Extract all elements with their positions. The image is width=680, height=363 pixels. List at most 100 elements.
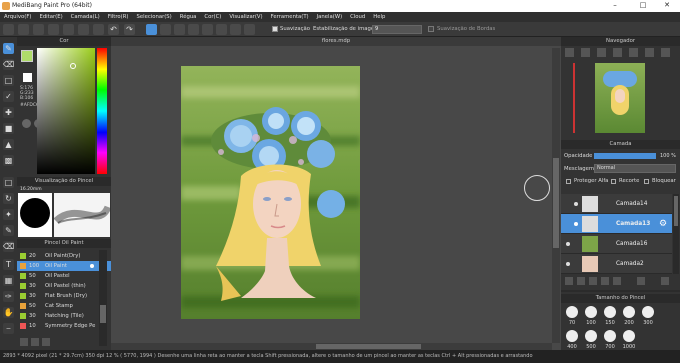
brush-size-preset[interactable] [623, 306, 635, 318]
brush-item[interactable]: 30 Flat Brush (Dry) [17, 291, 111, 301]
brush-size-preset[interactable] [566, 330, 578, 342]
document-tab[interactable]: flores.mdp [111, 37, 561, 46]
menu-view[interactable]: Visualizar(V) [225, 12, 266, 22]
layer-visibility-icon[interactable] [574, 222, 578, 226]
share-icon[interactable] [93, 24, 104, 35]
eyedropper-tool-icon[interactable]: ✑ [3, 291, 14, 302]
brush-size-preset[interactable] [604, 306, 616, 318]
layer-row[interactable]: Camada16 [561, 234, 672, 254]
brush-item[interactable]: 50 Oil Pastel [17, 271, 111, 281]
save-icon[interactable] [48, 24, 59, 35]
rotate-right-icon[interactable] [661, 48, 670, 57]
menu-color[interactable]: Cor(C) [200, 12, 225, 22]
new-file-icon[interactable] [18, 24, 29, 35]
layer-row[interactable]: Camada2 [561, 254, 672, 274]
dot-tool-icon[interactable]: □ [3, 75, 14, 86]
hue-slider[interactable] [97, 48, 107, 174]
menu-window[interactable]: Janela(W) [313, 12, 347, 22]
select-eraser-tool-icon[interactable]: ⌫ [3, 241, 14, 252]
menu-ruler[interactable]: Régua [176, 12, 201, 22]
minimize-icon[interactable]: – [602, 0, 628, 12]
delete-layer-icon[interactable] [637, 277, 645, 285]
menu-layer[interactable]: Camada(L) [67, 12, 104, 22]
grid-icon[interactable] [78, 24, 89, 35]
snap-settings-icon[interactable] [244, 24, 255, 35]
brush-size-preset[interactable] [566, 306, 578, 318]
menu-edit[interactable]: Editar(E) [35, 12, 66, 22]
brush-tool-icon[interactable]: ✎ [3, 43, 14, 54]
zoom-slider[interactable] [573, 63, 575, 133]
rectangle-tool-icon[interactable]: ■ [3, 123, 14, 134]
magic-wand-tool-icon[interactable]: ✦ [3, 209, 14, 220]
brush-size-preset[interactable] [623, 330, 635, 342]
select-pen-tool-icon[interactable]: ✎ [3, 225, 14, 236]
brush-size-preset[interactable] [604, 330, 616, 342]
menu-filter[interactable]: Filtro(R) [104, 12, 133, 22]
brush-item[interactable]: 30 Oil Pastel (thin) [17, 281, 111, 291]
actual-size-icon[interactable] [613, 48, 622, 57]
color-saturation-value-picker[interactable] [37, 48, 95, 174]
snap-off-icon[interactable] [146, 24, 157, 35]
panel-divide-tool-icon[interactable]: ▦ [3, 275, 14, 286]
menu-tool[interactable]: Ferramenta(T) [267, 12, 313, 22]
add-brush-icon[interactable] [20, 338, 28, 346]
smoothing-checkbox[interactable] [272, 26, 278, 32]
brush-size-preset[interactable] [585, 306, 597, 318]
open-file-icon[interactable] [33, 24, 44, 35]
brush-item[interactable]: 100 Oil Paint [17, 261, 111, 271]
color-wheel-icon[interactable] [22, 119, 31, 128]
flip-horizontal-icon[interactable] [629, 48, 638, 57]
gradient-tool-icon[interactable]: ▩ [3, 155, 14, 166]
hand-move-tool-icon[interactable]: ✚ [3, 107, 14, 118]
undo-icon[interactable]: ↶ [108, 24, 119, 35]
select-tool-icon[interactable]: □ [3, 177, 14, 188]
fill-tool-icon[interactable]: ▲ [3, 139, 14, 150]
brush-size-preset[interactable] [642, 306, 654, 318]
color-picker-cursor[interactable] [70, 63, 76, 69]
brush-size-preset[interactable] [585, 330, 597, 342]
duplicate-layer-icon[interactable] [601, 277, 609, 285]
border-smoothing-checkbox[interactable] [428, 26, 434, 32]
zoom-in-icon[interactable] [565, 48, 574, 57]
canvas-horizontal-scrollbar[interactable] [111, 343, 552, 350]
snap-circle-icon[interactable] [216, 24, 227, 35]
blend-mode-select[interactable]: Normal [594, 164, 676, 173]
lasso-tool-icon[interactable]: ↻ [3, 193, 14, 204]
snap-radial-icon[interactable] [202, 24, 213, 35]
brush-item[interactable]: 30 Hatching (Tile) [17, 311, 111, 321]
menu-toggle-icon[interactable] [3, 24, 14, 35]
add-halftone-layer-icon[interactable] [577, 277, 585, 285]
rotate-left-icon[interactable] [645, 48, 654, 57]
fit-view-icon[interactable] [597, 48, 606, 57]
redo-icon[interactable]: ↷ [124, 24, 135, 35]
lock-checkbox[interactable] [644, 179, 649, 184]
maximize-icon[interactable]: □ [630, 0, 656, 12]
gear-icon[interactable]: ⚙ [659, 214, 667, 234]
stabilization-select[interactable]: 9 [372, 25, 422, 34]
protect-alpha-checkbox[interactable] [566, 179, 571, 184]
pan-tool-icon[interactable]: ✋ [3, 307, 14, 318]
ruler-tool-icon[interactable]: ⎯ [3, 323, 14, 334]
layer-scrollbar[interactable] [673, 194, 679, 274]
navigator-thumbnail[interactable] [595, 63, 645, 133]
canvas-vertical-scrollbar[interactable] [552, 48, 560, 343]
layer-row[interactable]: Camada13 ⚙ [561, 214, 672, 234]
menu-file[interactable]: Arquivo(F) [0, 12, 35, 22]
layer-visibility-icon[interactable] [566, 262, 570, 266]
add-layer-icon[interactable] [565, 277, 573, 285]
merge-layer-icon[interactable] [613, 277, 621, 285]
menu-select[interactable]: Selecionar(S) [132, 12, 175, 22]
brush-item[interactable]: 10 Symmetry Edge Pe [17, 321, 111, 331]
menu-help[interactable]: Help [369, 12, 389, 22]
cloud-icon[interactable] [63, 24, 74, 35]
add-folder-icon[interactable] [589, 277, 597, 285]
layer-visibility-icon[interactable] [574, 202, 578, 206]
foreground-color-swatch[interactable] [21, 50, 33, 62]
brush-settings-icon[interactable] [90, 264, 94, 268]
copy-brush-icon[interactable] [31, 338, 39, 346]
layer-visibility-icon[interactable] [566, 242, 570, 246]
clipping-checkbox[interactable] [611, 179, 616, 184]
menu-cloud[interactable]: Cloud [346, 12, 369, 22]
snap-parallel-icon[interactable] [160, 24, 171, 35]
brush-list-scrollbar[interactable] [99, 250, 107, 346]
